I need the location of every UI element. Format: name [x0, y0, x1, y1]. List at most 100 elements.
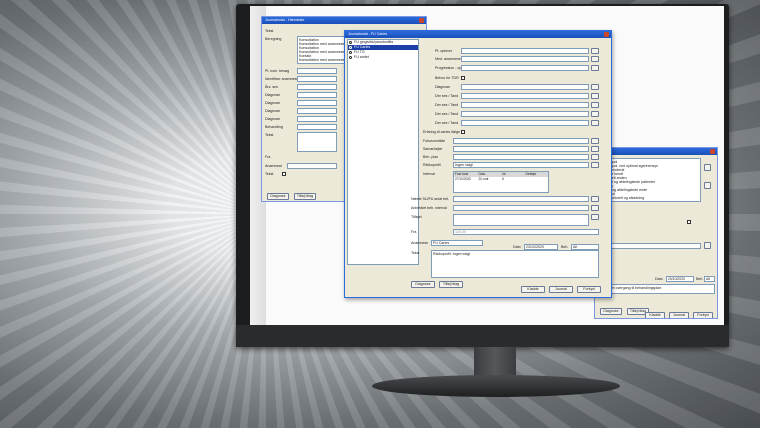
back-field-4[interactable] [297, 92, 337, 98]
right-kladde-button[interactable]: Kladde [645, 312, 665, 318]
diagnose-field[interactable] [461, 84, 589, 90]
label-samarbejde: Samarbejde [423, 147, 443, 151]
label-naeste: Næste SU/FU antal bet. [411, 197, 450, 201]
back-list-box[interactable]: Konsultation Konsultation med anamnese K… [297, 36, 349, 64]
progression-dropdown[interactable] [591, 65, 599, 71]
samarbejde-dropdown[interactable] [591, 146, 599, 152]
back-field-7[interactable] [297, 116, 337, 122]
der-ses-field-1[interactable] [461, 93, 589, 99]
label-beregning: Beregning [265, 37, 282, 41]
med-anamnese-field[interactable] [461, 56, 589, 62]
front-diagnose-button[interactable]: Diagnose [411, 281, 435, 288]
right-dropdown-button-3[interactable] [704, 242, 711, 249]
back-checkbox[interactable] [282, 172, 286, 176]
progression-field[interactable] [461, 65, 589, 71]
back-textarea[interactable] [297, 132, 337, 152]
label-der-ses-4: Der ses / Tand [435, 121, 459, 125]
back-field-3[interactable] [297, 84, 337, 90]
right-diagnose-button[interactable]: Diagnose [600, 308, 622, 315]
der-ses-dropdown-2[interactable] [591, 102, 599, 108]
der-ses-field-3[interactable] [461, 111, 589, 117]
tree-item-label: FU TG [354, 50, 365, 54]
front-fortryd-button[interactable]: Fortryd [577, 286, 601, 293]
label-behandling: Behandling [265, 125, 283, 129]
behov-tdr-checkbox[interactable] [461, 76, 465, 80]
front-window-titlebar: Journalnotat - FU Caries [345, 31, 611, 38]
tree-item-label: FU Caries [354, 45, 371, 49]
back-field-2[interactable] [297, 76, 337, 82]
back-diagnose-button[interactable]: Diagnose [267, 193, 289, 200]
list-item: strukturelt og afslutning [607, 196, 645, 200]
der-ses-dropdown-1[interactable] [591, 93, 599, 99]
fra-field[interactable]: 120.00 [453, 229, 599, 235]
radio-icon [349, 41, 352, 44]
back-window-titlebar: Journalnotat - Hændelse [262, 17, 426, 24]
grid-cell: 6 [502, 177, 504, 181]
tilfoejet-textarea[interactable] [453, 214, 589, 226]
der-ses-field-2[interactable] [461, 102, 589, 108]
interval-grid[interactable]: Fast tand Dato Int Detaljer 27/10/2020 2… [453, 171, 549, 193]
front-tilfoej-bilag-button[interactable]: Tilføj bilag [439, 281, 463, 288]
close-icon[interactable] [604, 32, 609, 37]
close-icon[interactable] [710, 149, 715, 154]
right-footer-text-value: givet overgang til behandlingsplan [607, 286, 662, 290]
fokusomraade-dropdown[interactable] [591, 138, 599, 144]
front-kladde-button[interactable]: Kladde [521, 286, 545, 293]
label-diagnose-4: Diagnose [265, 117, 281, 121]
label-diagnose-3: Diagnose [265, 109, 281, 113]
right-dato-field[interactable]: 20/10/2020 [666, 276, 694, 282]
right-journal-button[interactable]: Journal [669, 312, 689, 318]
tree-item-fu-andet[interactable]: FU andet [348, 55, 418, 60]
erfaring-checkbox[interactable] [461, 130, 465, 134]
risikoprofil-dropdown[interactable] [591, 162, 599, 168]
pt-oplever-field[interactable] [461, 48, 589, 54]
right-text-list[interactable]: er god er god, ved optimal egenhensyn er… [605, 158, 701, 202]
anamnese-field[interactable]: FU Caries [431, 240, 483, 246]
list-item[interactable]: Konsultation med anamnese [299, 58, 347, 62]
back-field-1[interactable] [297, 68, 337, 74]
beh-plan-field[interactable] [453, 154, 589, 160]
right-checkbox[interactable] [687, 220, 691, 224]
pt-oplever-dropdown[interactable] [591, 48, 599, 54]
front-journal-button[interactable]: Journal [549, 286, 573, 293]
anbefalet-field[interactable] [453, 205, 589, 211]
diagnose-dropdown[interactable] [591, 84, 599, 90]
right-footer-text: givet overgang til behandlingsplan [605, 284, 715, 294]
right-field[interactable] [605, 243, 701, 249]
anbefalet-dropdown[interactable] [591, 205, 599, 211]
back-field-5[interactable] [297, 100, 337, 106]
label-diagnose: Diagnose [435, 85, 451, 89]
label-anbefalet: Anbefalet beh. interval [411, 206, 447, 210]
der-ses-dropdown-4[interactable] [591, 120, 599, 126]
med-anamnese-dropdown[interactable] [591, 56, 599, 62]
right-dropdown-button-1[interactable] [704, 164, 711, 171]
label-diagnose-2: Diagnose [265, 101, 281, 105]
label-der-ses-2: Der ses / Tand [435, 103, 459, 107]
tilfoejet-dropdown[interactable] [591, 214, 599, 220]
table-row[interactable]: 27/10/2020 20-mdr 6 [454, 177, 548, 182]
naeste-field[interactable] [453, 196, 589, 202]
back-field-6[interactable] [297, 108, 337, 114]
back-tilfoej-bilag-button[interactable]: Tilføj bilag [294, 193, 316, 200]
naeste-dropdown[interactable] [591, 196, 599, 202]
journal-tree[interactable]: FU gingivitis/parodontitis FU Caries FU … [347, 39, 419, 265]
risikoprofil-field[interactable]: Ingen valgt [453, 162, 589, 168]
right-dropdown-button-2[interactable] [704, 182, 711, 189]
label-tilfoejet: Tilføjet [411, 215, 422, 219]
der-ses-dropdown-3[interactable] [591, 111, 599, 117]
label-behov-tdr: Behov for TDR [435, 76, 459, 80]
back-anamnese-field[interactable] [287, 163, 337, 169]
beh-plan-dropdown[interactable] [591, 154, 599, 160]
label-anamnese-2: Anamnese [265, 164, 283, 168]
close-icon[interactable] [419, 18, 424, 23]
back-window-title: Journalnotat - Hændelse [265, 18, 305, 22]
tekst-textarea[interactable]: Risikoprofil: Ingen valgt [431, 250, 599, 278]
right-fortryd-button[interactable]: Fortryd [693, 312, 713, 318]
front-journal-window: Journalnotat - FU Caries FU gingivitis/p… [344, 30, 612, 298]
samarbejde-field[interactable] [453, 146, 589, 152]
back-field-8[interactable] [297, 124, 337, 130]
right-beh-field[interactable]: Alt [704, 276, 715, 282]
fokusomraade-field[interactable] [453, 138, 589, 144]
der-ses-field-4[interactable] [461, 120, 589, 126]
right-beh-label: Beh. [696, 277, 704, 281]
